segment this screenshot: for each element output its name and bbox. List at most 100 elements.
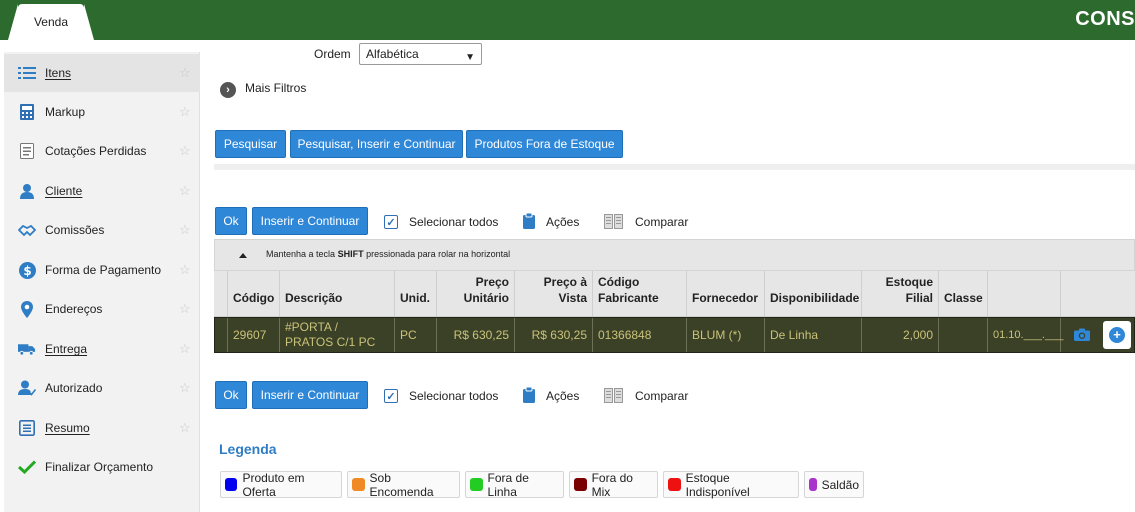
brand-logo-text: CONS bbox=[1075, 8, 1135, 30]
cell-estoque-filial: 2,000 bbox=[862, 318, 939, 352]
star-icon[interactable]: ☆ bbox=[179, 104, 191, 120]
table-hint-row: Mantenha a tecla SHIFT pressionada para … bbox=[214, 239, 1135, 271]
table-header: Código Descrição Unid. Preço Unitário Pr… bbox=[214, 271, 1135, 317]
legend-label: Produto em Oferta bbox=[242, 470, 305, 499]
produtos-fora-estoque-button[interactable]: Produtos Fora de Estoque bbox=[466, 130, 623, 158]
sidebar-item-entrega[interactable]: Entrega ☆ bbox=[4, 330, 200, 368]
top-bar: Venda CONS bbox=[0, 0, 1135, 40]
calculator-icon bbox=[18, 103, 36, 121]
th-preco-unitario: Preço Unitário bbox=[437, 271, 515, 317]
ok-button-bottom[interactable]: Ok bbox=[215, 381, 247, 409]
legend-item: Estoque Indisponível bbox=[663, 471, 799, 499]
sidebar-item-cotacoes-perdidas[interactable]: Cotações Perdidas ☆ bbox=[4, 132, 200, 170]
th-classe: Classe bbox=[939, 271, 988, 317]
comparar-link[interactable]: Comparar bbox=[635, 215, 688, 229]
comparar-link-bottom[interactable]: Comparar bbox=[635, 389, 688, 403]
star-icon[interactable]: ☆ bbox=[179, 222, 191, 238]
legend-label: Fora do Mix bbox=[591, 470, 633, 499]
select-all-label[interactable]: Selecionar todos bbox=[409, 215, 498, 229]
star-icon[interactable]: ☆ bbox=[179, 143, 191, 159]
sidebar-item-label: Autorizado bbox=[45, 381, 103, 395]
sidebar-item-enderecos[interactable]: Endereços ☆ bbox=[4, 290, 200, 328]
plus-icon: + bbox=[1109, 327, 1125, 343]
sidebar-item-itens[interactable]: Itens ☆ bbox=[4, 54, 200, 92]
checkmark-icon bbox=[18, 458, 36, 476]
table-header-spacer bbox=[214, 271, 228, 317]
acoes-link[interactable]: Ações bbox=[546, 215, 579, 229]
sidebar-item-cliente[interactable]: Cliente ☆ bbox=[4, 172, 200, 210]
sidebar-item-comissoes[interactable]: Comissões ☆ bbox=[4, 211, 200, 249]
sidebar-item-label: Forma de Pagamento bbox=[45, 263, 162, 277]
legend-item: Fora de Linha bbox=[465, 470, 564, 499]
select-all-label-bottom[interactable]: Selecionar todos bbox=[409, 389, 498, 403]
legend-item: Saldão bbox=[804, 471, 864, 498]
list-icon bbox=[18, 64, 36, 82]
inserir-continuar-button[interactable]: Inserir e Continuar bbox=[252, 207, 368, 235]
sidebar-item-label: Finalizar Orçamento bbox=[45, 460, 154, 474]
select-all-checkbox[interactable]: ✓ bbox=[384, 215, 398, 229]
th-codigo: Código bbox=[228, 271, 280, 317]
location-pin-icon bbox=[18, 300, 36, 318]
cell-unid: PC bbox=[395, 318, 437, 352]
cell-classe bbox=[939, 318, 988, 352]
th-codigo-fabricante: Código Fabricante bbox=[593, 271, 687, 317]
chevron-down-icon: ▼ bbox=[465, 52, 475, 63]
cell-preco-vista: R$ 630,25 bbox=[515, 318, 593, 352]
compare-icon bbox=[604, 388, 623, 406]
th-estoque-filial: Estoque Filial bbox=[862, 271, 939, 317]
pesquisar-button[interactable]: Pesquisar bbox=[215, 130, 286, 158]
star-icon[interactable]: ☆ bbox=[179, 262, 191, 278]
th-preco-vista: Preço à Vista bbox=[515, 271, 593, 317]
ordem-select-value: Alfabética bbox=[366, 47, 419, 61]
sidebar-item-forma-pagamento[interactable]: $ Forma de Pagamento ☆ bbox=[4, 251, 200, 289]
th-fornecedor: Fornecedor bbox=[687, 271, 765, 317]
star-icon[interactable]: ☆ bbox=[179, 65, 191, 81]
table-row[interactable]: 29607 #PORTA / PRATOS C/1 PC PC R$ 630,2… bbox=[214, 317, 1135, 353]
inserir-continuar-button-bottom[interactable]: Inserir e Continuar bbox=[252, 381, 368, 409]
select-all-checkbox-bottom[interactable]: ✓ bbox=[384, 389, 398, 403]
clipboard-icon bbox=[523, 212, 535, 232]
legend-swatch bbox=[470, 478, 483, 491]
sidebar-item-autorizado[interactable]: Autorizado ☆ bbox=[4, 369, 200, 407]
th-disponibilidade: Disponibilidade bbox=[765, 271, 862, 317]
cell-disponibilidade: De Linha bbox=[765, 318, 862, 352]
tab-venda[interactable]: Venda bbox=[18, 4, 84, 40]
legend-label: Fora de Linha bbox=[487, 470, 529, 499]
sidebar-item-markup[interactable]: Markup ☆ bbox=[4, 93, 200, 131]
star-icon[interactable]: ☆ bbox=[179, 420, 191, 436]
star-icon[interactable]: ☆ bbox=[179, 341, 191, 357]
legend-item: Produto em Oferta bbox=[220, 470, 342, 499]
mais-filtros-link[interactable]: Mais Filtros bbox=[245, 81, 306, 95]
sidebar-item-label: Comissões bbox=[45, 223, 105, 237]
star-icon[interactable]: ☆ bbox=[179, 183, 191, 199]
sidebar-item-label: Entrega bbox=[45, 342, 88, 356]
legend-item: Sob Encomenda bbox=[347, 471, 460, 499]
user-check-icon bbox=[18, 379, 36, 397]
th-extra bbox=[988, 271, 1061, 317]
ordem-select[interactable]: Alfabética ▼ bbox=[359, 43, 482, 65]
collapse-up-icon[interactable] bbox=[239, 253, 247, 258]
sidebar-item-resumo[interactable]: Resumo ☆ bbox=[4, 409, 200, 447]
truck-icon bbox=[18, 340, 36, 358]
tab-edge-right bbox=[84, 4, 94, 40]
camera-icon[interactable] bbox=[1074, 328, 1090, 341]
chevron-right-icon[interactable]: › bbox=[220, 82, 236, 98]
pesquisar-inserir-button[interactable]: Pesquisar, Inserir e Continuar bbox=[290, 130, 463, 158]
clipboard-icon bbox=[523, 386, 535, 406]
star-icon[interactable]: ☆ bbox=[179, 380, 191, 396]
sidebar-item-label: Markup bbox=[45, 105, 86, 119]
cell-extra: 01.10.___.___ bbox=[988, 318, 1063, 352]
star-icon[interactable]: ☆ bbox=[179, 301, 191, 317]
legend-label: Saldão bbox=[821, 477, 859, 492]
legend-swatch bbox=[352, 478, 365, 491]
sidebar-item-finalizar-orcamento[interactable]: Finalizar Orçamento bbox=[4, 448, 200, 486]
tab-edge-left bbox=[8, 4, 18, 40]
table-hint-text: Mantenha a tecla SHIFT pressionada para … bbox=[266, 249, 511, 259]
legend-title: Legenda bbox=[219, 441, 277, 457]
cell-preco-unitario: R$ 630,25 bbox=[437, 318, 515, 352]
ordem-label: Ordem bbox=[314, 47, 351, 61]
acoes-link-bottom[interactable]: Ações bbox=[546, 389, 579, 403]
ok-button[interactable]: Ok bbox=[215, 207, 247, 235]
cell-descricao: #PORTA / PRATOS C/1 PC bbox=[280, 318, 395, 352]
add-item-button[interactable]: + bbox=[1103, 321, 1131, 349]
